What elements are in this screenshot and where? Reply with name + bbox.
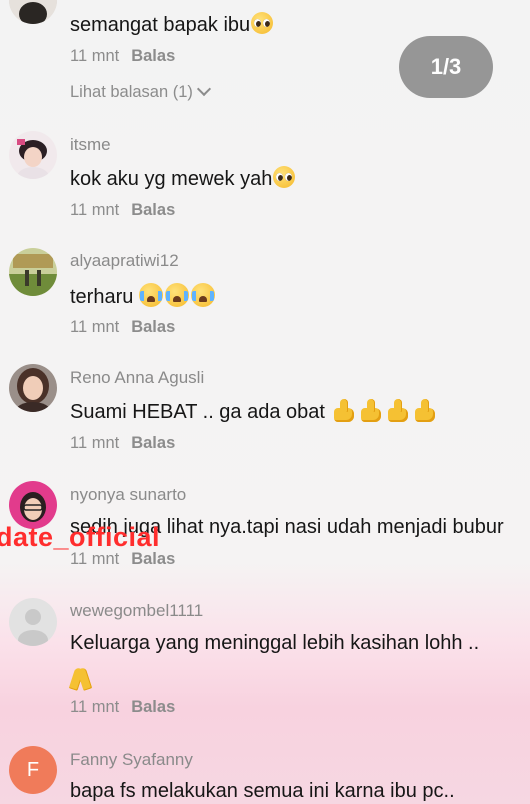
avatar[interactable]: [9, 364, 57, 412]
page-indicator: 1/3: [399, 36, 493, 98]
comment-time: 11 mnt: [70, 47, 120, 65]
comment-username[interactable]: alyaapratiwi12: [70, 251, 179, 271]
thumbs-up-icon: [413, 399, 439, 423]
pleading-face-icon: [251, 12, 274, 34]
thumbs-up-icon: [386, 399, 412, 423]
chevron-down-icon: [196, 81, 211, 97]
avatar-letter: F: [26, 758, 40, 781]
avatar[interactable]: F: [9, 746, 57, 794]
reply-button[interactable]: Balas: [131, 698, 175, 716]
reply-button[interactable]: Balas: [131, 318, 175, 336]
loudly-crying-face-icon: [190, 283, 215, 307]
comment-username[interactable]: nyonya sunarto: [70, 485, 186, 505]
comment-username[interactable]: wewegombel1111: [70, 601, 203, 621]
thumbs-up-icon: [332, 399, 358, 423]
comment-text: kok aku yg mewek yah: [70, 166, 296, 191]
comment-meta: 11 mnt Balas: [70, 47, 175, 66]
avatar[interactable]: [9, 248, 57, 296]
avatar[interactable]: [9, 598, 57, 646]
comment-meta: 11 mnt Balas: [70, 201, 175, 220]
reply-button[interactable]: Balas: [131, 47, 175, 65]
comment-text: semangat bapak ibu: [70, 12, 274, 37]
comment-meta: 11 mnt Balas: [70, 434, 175, 453]
reply-button[interactable]: Balas: [131, 201, 175, 219]
loudly-crying-face-icon: [164, 283, 189, 307]
comment-username[interactable]: itsme: [70, 135, 111, 155]
loudly-crying-face-icon: [138, 283, 163, 307]
comment-text: Suami HEBAT .. ga ada obat: [70, 399, 439, 424]
avatar[interactable]: [9, 0, 57, 24]
comment-meta: 11 mnt Balas: [70, 318, 175, 337]
comment-text: Keluarga yang meninggal lebih kasihan lo…: [70, 632, 480, 654]
comment-text: bapa fs melakukan semua ini karna ibu pc…: [70, 780, 455, 802]
comment-time: 11 mnt: [70, 318, 120, 336]
comment-text: terharu: [70, 283, 217, 309]
comment-username[interactable]: Reno Anna Agusli: [70, 368, 204, 388]
avatar[interactable]: [9, 131, 57, 179]
watermark: date_official: [0, 522, 161, 552]
comment-username[interactable]: Fanny Syafanny: [70, 750, 193, 770]
view-replies-button[interactable]: Lihat balasan (1): [70, 81, 211, 102]
comment-meta: 11 mnt Balas: [70, 698, 175, 717]
folded-hands-icon: [70, 667, 92, 691]
reply-button[interactable]: Balas: [131, 434, 175, 452]
comment-time: 11 mnt: [70, 698, 120, 716]
pleading-face-icon: [273, 166, 296, 188]
comment-time: 11 mnt: [70, 201, 120, 219]
comment-time: 11 mnt: [70, 434, 120, 452]
thumbs-up-icon: [359, 399, 385, 423]
